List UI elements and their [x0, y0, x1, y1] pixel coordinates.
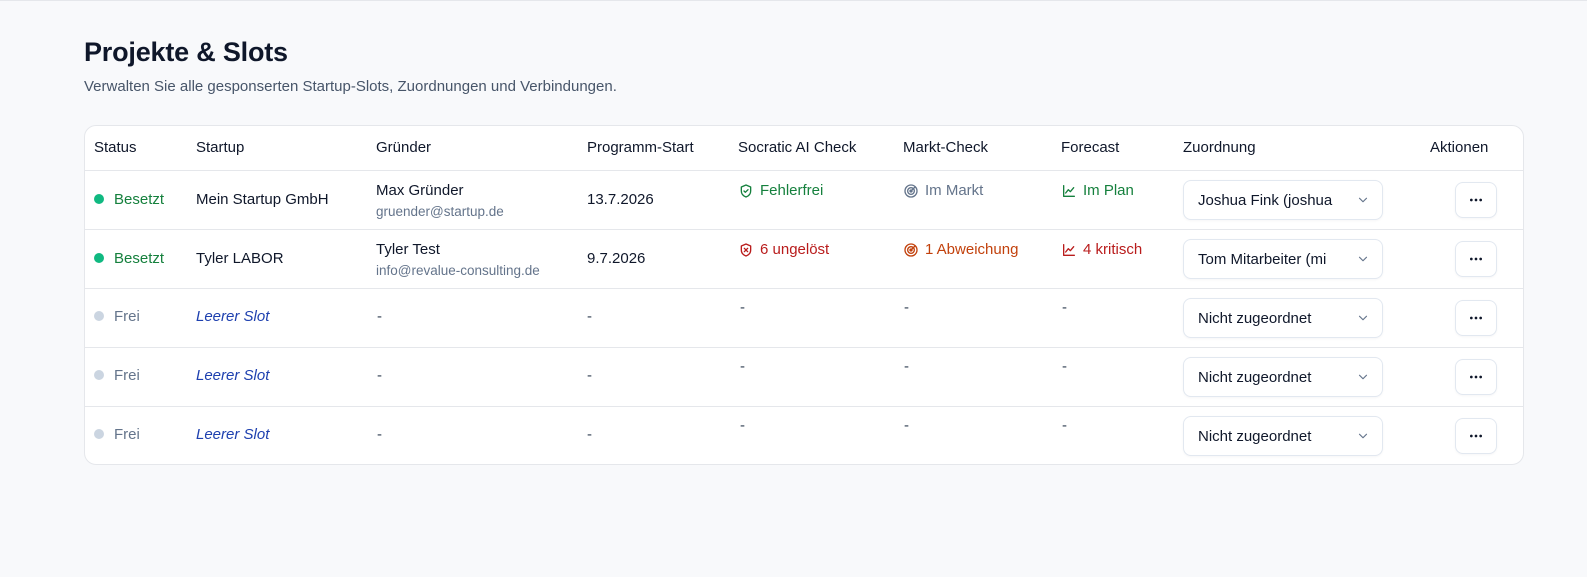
socratic-check-status: - [740, 417, 745, 434]
page-title: Projekte & Slots [84, 37, 288, 67]
chart-line-icon [1063, 244, 1075, 256]
founder: Max Gründer gruender@startup.de [376, 181, 504, 221]
chevron-down-icon [1358, 197, 1368, 203]
startup-name[interactable]: Leerer Slot [196, 366, 269, 386]
forecast-status[interactable]: Im Plan [1061, 181, 1134, 201]
row-actions-button[interactable] [1455, 418, 1497, 454]
col-socratic-check[interactable]: Socratic AI Check [738, 138, 856, 158]
program-start: 13.7.2026 [587, 191, 654, 208]
table-row: Besetzt Mein Startup GmbH Max Gründer gr… [85, 170, 1523, 229]
table-row: Frei Leerer Slot - - - - - Nicht zugeord… [85, 347, 1523, 406]
forecast-status[interactable]: 4 kritisch [1061, 240, 1142, 260]
more-horizontal-icon [1470, 316, 1482, 320]
slots-table: Status Startup Gründer Programm-Start So… [84, 125, 1524, 465]
market-check-status: - [904, 417, 909, 434]
radar-icon [904, 243, 918, 257]
founder-name: - [377, 367, 382, 384]
row-actions-button[interactable] [1455, 182, 1497, 218]
col-actions: Aktionen [1430, 139, 1489, 156]
founder-email: info@revalue-consulting.de [376, 263, 540, 278]
table-row: Frei Leerer Slot - - - - - Nicht zugeord… [85, 406, 1523, 464]
col-program-start[interactable]: Programm-Start [587, 138, 694, 158]
col-startup[interactable]: Startup [196, 138, 244, 158]
status-dot [94, 194, 104, 205]
radar-icon [904, 184, 918, 198]
assignment-select[interactable]: Nicht zugeordnet [1183, 357, 1383, 397]
program-start: - [587, 426, 592, 443]
founder-name: - [377, 308, 382, 325]
table-row: Frei Leerer Slot - - - - - Nicht zugeord… [85, 288, 1523, 347]
status-badge: Besetzt [94, 249, 164, 269]
status-badge: Frei [94, 307, 140, 327]
col-assignment[interactable]: Zuordnung [1183, 138, 1256, 158]
col-forecast[interactable]: Forecast [1061, 138, 1119, 158]
socratic-check-status[interactable]: Fehlerfrei [738, 181, 823, 201]
forecast-status: - [1062, 299, 1067, 316]
status-badge: Besetzt [94, 190, 164, 210]
status-dot [94, 429, 104, 440]
table-header: Status Startup Gründer Programm-Start So… [85, 126, 1523, 170]
assignment-select[interactable]: Nicht zugeordnet [1183, 298, 1383, 338]
founder-name: Max Gründer [376, 182, 464, 199]
chevron-down-icon [1358, 433, 1368, 439]
page-subtitle: Verwalten Sie alle gesponserten Startup-… [84, 78, 617, 95]
more-horizontal-icon [1470, 198, 1482, 202]
market-check-status[interactable]: 1 Abweichung [903, 240, 1018, 260]
program-start: - [587, 308, 592, 325]
program-start: - [587, 367, 592, 384]
startup-name[interactable]: Tyler LABOR [196, 249, 284, 269]
market-check-status: - [904, 358, 909, 375]
chevron-down-icon [1358, 374, 1368, 380]
forecast-status: - [1062, 358, 1067, 375]
assignment-select[interactable]: Joshua Fink (joshua [1183, 180, 1383, 220]
founder-email: gruender@startup.de [376, 204, 504, 219]
row-actions-button[interactable] [1455, 359, 1497, 395]
col-status[interactable]: Status [94, 138, 137, 158]
startup-name[interactable]: Leerer Slot [196, 425, 269, 445]
shield-check-icon [740, 184, 752, 198]
status-dot [94, 370, 104, 381]
market-check-status: - [904, 299, 909, 316]
col-market-check[interactable]: Markt-Check [903, 138, 988, 158]
founder: Tyler Test info@revalue-consulting.de [376, 240, 540, 280]
col-founder[interactable]: Gründer [376, 138, 431, 158]
status-dot [94, 253, 104, 264]
shield-x-icon [740, 243, 752, 257]
chart-line-icon [1063, 185, 1075, 197]
startup-name[interactable]: Mein Startup GmbH [196, 190, 329, 210]
market-check-status[interactable]: Im Markt [903, 181, 983, 201]
chevron-down-icon [1358, 256, 1368, 262]
page-content: Projekte & Slots Verwalten Sie alle gesp… [84, 36, 1524, 465]
chevron-down-icon [1358, 315, 1368, 321]
assignment-select[interactable]: Tom Mitarbeiter (mi [1183, 239, 1383, 279]
founder-name: - [377, 426, 382, 443]
forecast-status: - [1062, 417, 1067, 434]
assignment-select[interactable]: Nicht zugeordnet [1183, 416, 1383, 456]
status-badge: Frei [94, 366, 140, 386]
more-horizontal-icon [1470, 257, 1482, 261]
row-actions-button[interactable] [1455, 300, 1497, 336]
more-horizontal-icon [1470, 434, 1482, 438]
row-actions-button[interactable] [1455, 241, 1497, 277]
table-row: Besetzt Tyler LABOR Tyler Test info@reva… [85, 229, 1523, 288]
socratic-check-status[interactable]: 6 ungelöst [738, 240, 829, 260]
startup-name[interactable]: Leerer Slot [196, 307, 269, 327]
socratic-check-status: - [740, 358, 745, 375]
founder-name: Tyler Test [376, 241, 440, 258]
status-dot [94, 311, 104, 322]
socratic-check-status: - [740, 299, 745, 316]
more-horizontal-icon [1470, 375, 1482, 379]
program-start: 9.7.2026 [587, 250, 646, 267]
status-badge: Frei [94, 425, 140, 445]
